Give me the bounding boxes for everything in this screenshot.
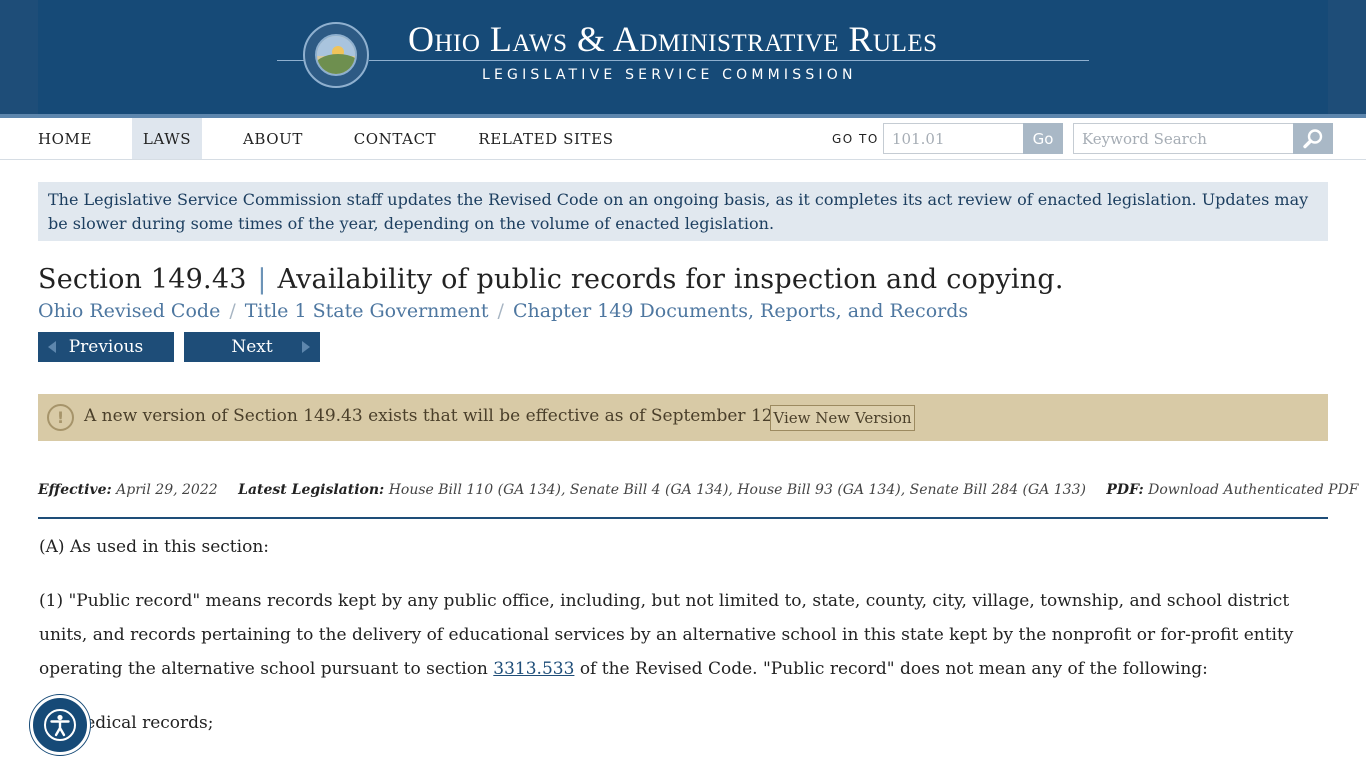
nav-related-sites[interactable]: RELATED SITES xyxy=(476,118,616,159)
nav-about[interactable]: ABOUT xyxy=(232,118,314,159)
title-separator: | xyxy=(257,264,267,295)
new-version-text: A new version of Section 149.43 exists t… xyxy=(84,406,827,426)
accessibility-button[interactable] xyxy=(30,695,90,755)
nav-laws[interactable]: LAWS xyxy=(132,118,202,159)
breadcrumb-divider: / xyxy=(497,300,504,322)
meta-divider xyxy=(38,517,1328,519)
site-title[interactable]: Ohio Laws & Administrative Rules xyxy=(408,18,968,60)
download-pdf-link[interactable]: Download Authenticated PDF xyxy=(1148,482,1358,498)
search-button[interactable] xyxy=(1293,123,1333,154)
arrow-right-icon xyxy=(302,341,310,353)
section-title: Availability of public records for inspe… xyxy=(277,264,1064,295)
effective-date: April 29, 2022 xyxy=(116,482,218,498)
effective-label: Effective: xyxy=(38,482,112,498)
breadcrumb: Ohio Revised Code / Title 1 State Governme… xyxy=(38,300,968,322)
site-subtitle: LEGISLATIVE SERVICE COMMISSION xyxy=(482,67,857,83)
section-paragraph-a: (A) As used in this section: xyxy=(39,537,269,557)
legislation-label: Latest Legislation: xyxy=(238,482,385,498)
paragraph-a1-text-end: of the Revised Code. "Public record" doe… xyxy=(574,659,1208,679)
next-label: Next xyxy=(231,337,273,357)
new-version-banner: ! A new version of Section 149.43 exists… xyxy=(38,394,1328,441)
breadcrumb-revised-code[interactable]: Ohio Revised Code xyxy=(38,300,220,322)
seal-emblem xyxy=(315,34,357,76)
exclamation-circle-icon: ! xyxy=(47,404,74,431)
section-3313-533-link[interactable]: 3313.533 xyxy=(493,659,574,679)
goto-label: GO TO xyxy=(832,132,879,146)
section-paragraph-a1a: (a) Medical records; xyxy=(39,713,214,733)
breadcrumb-title-1[interactable]: Title 1 State Government xyxy=(245,300,489,322)
breadcrumb-divider: / xyxy=(229,300,236,322)
pdf-label: PDF: xyxy=(1106,482,1144,498)
breadcrumb-chapter-149[interactable]: Chapter 149 Documents, Reports, and Reco… xyxy=(513,300,968,322)
site-header: Ohio Laws & Administrative Rules LEGISLA… xyxy=(0,0,1366,118)
view-new-version-button[interactable]: View New Version xyxy=(770,405,915,431)
update-notice: The Legislative Service Commission staff… xyxy=(38,182,1328,241)
keyword-search-input[interactable] xyxy=(1073,123,1294,154)
goto-button[interactable]: Go xyxy=(1023,123,1063,154)
section-meta: Effective: April 29, 2022 Latest Legisla… xyxy=(38,482,1359,498)
section-paragraph-a1: (1) "Public record" means records kept b… xyxy=(39,584,1329,686)
header-rule-right xyxy=(369,60,1089,61)
next-button[interactable]: Next xyxy=(184,332,320,362)
search-icon xyxy=(1303,128,1323,148)
previous-button[interactable]: Previous xyxy=(38,332,174,362)
ohio-seal-logo[interactable] xyxy=(303,22,369,88)
section-number: Section 149.43 xyxy=(38,264,247,295)
accessibility-icon xyxy=(44,709,76,741)
latest-legislation: House Bill 110 (GA 134), Senate Bill 4 (… xyxy=(388,482,1086,498)
previous-label: Previous xyxy=(68,337,144,357)
nav-home[interactable]: HOME xyxy=(28,118,102,159)
nav-contact[interactable]: CONTACT xyxy=(345,118,445,159)
goto-section-input[interactable] xyxy=(883,123,1024,154)
arrow-left-icon xyxy=(48,341,56,353)
page-title: Section 149.43 | Availability of public … xyxy=(38,264,1064,295)
